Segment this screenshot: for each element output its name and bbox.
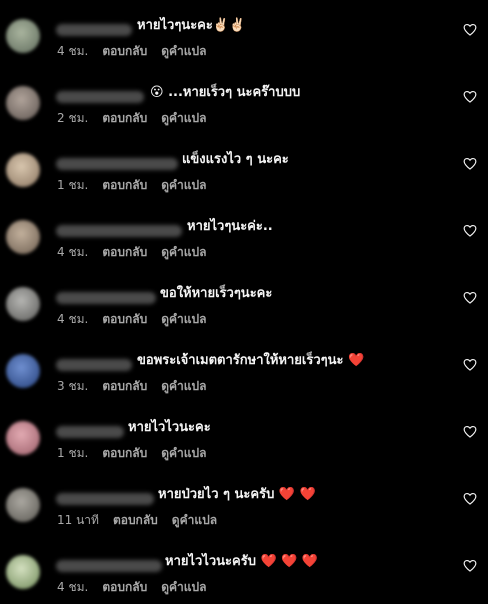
username-blurred[interactable]	[56, 560, 162, 572]
reply-button[interactable]: ตอบกลับ	[102, 178, 147, 192]
comment-meta: 3 ชม. ตอบกลับ ดูคำแปล	[57, 378, 220, 394]
comment-text: หายไวไวนะคะ	[128, 420, 211, 435]
comment-meta: 4 ชม. ตอบกลับ ดูคำแปล	[57, 311, 220, 327]
comment-meta: 2 ชม. ตอบกลับ ดูคำแปล	[57, 110, 220, 126]
comment-text: ขอพระเจ้าเมตตารักษาให้หายเร็วๆนะ ❤️	[137, 353, 365, 368]
translate-button[interactable]: ดูคำแปล	[161, 446, 206, 460]
comment-time: 4 ชม.	[57, 312, 89, 326]
reply-button[interactable]: ตอบกลับ	[102, 312, 147, 326]
translate-button[interactable]: ดูคำแปล	[161, 111, 206, 125]
heart-outline-icon[interactable]	[463, 425, 477, 438]
avatar[interactable]	[6, 153, 40, 187]
heart-outline-icon[interactable]	[463, 90, 477, 103]
comment-time: 4 ชม.	[57, 44, 89, 58]
comment-text: ขอให้หายเร็วๆนะคะ	[160, 286, 273, 301]
heart-outline-icon[interactable]	[463, 291, 477, 304]
comment-meta: 4 ชม. ตอบกลับ ดูคำแปล	[57, 579, 220, 595]
comment-time: 4 ชม.	[57, 580, 89, 594]
translate-button[interactable]: ดูคำแปล	[161, 312, 206, 326]
avatar[interactable]	[6, 421, 40, 455]
reply-button[interactable]: ตอบกลับ	[102, 580, 147, 594]
reply-button[interactable]: ตอบกลับ	[102, 446, 147, 460]
username-blurred[interactable]	[56, 292, 156, 304]
heart-outline-icon[interactable]	[463, 157, 477, 170]
avatar[interactable]	[6, 19, 40, 53]
comment-time: 1 ชม.	[57, 178, 89, 192]
comment-time: 2 ชม.	[57, 111, 89, 125]
comment-text: หายป่วยไว ๆ นะครับ ❤️ ❤️	[158, 487, 316, 502]
username-blurred[interactable]	[56, 426, 124, 438]
translate-button[interactable]: ดูคำแปล	[161, 245, 206, 259]
reply-button[interactable]: ตอบกลับ	[113, 513, 158, 527]
comment-item: หายไวๆนะค่ะ.. 4 ชม. ตอบกลับ ดูคำแปล	[0, 214, 488, 281]
comment-time: 1 ชม.	[57, 446, 89, 460]
translate-button[interactable]: ดูคำแปล	[161, 379, 206, 393]
avatar[interactable]	[6, 555, 40, 589]
reply-button[interactable]: ตอบกลับ	[102, 111, 147, 125]
comment-text: หายไวๆนะค่ะ..	[187, 219, 273, 234]
comment-text: 😮 ...หายเร็วๆ นะคร๊าบบบ	[150, 85, 301, 100]
reply-button[interactable]: ตอบกลับ	[102, 44, 147, 58]
username-blurred[interactable]	[56, 91, 144, 103]
heart-outline-icon[interactable]	[463, 492, 477, 505]
heart-outline-icon[interactable]	[463, 23, 477, 36]
translate-button[interactable]: ดูคำแปล	[172, 513, 217, 527]
avatar[interactable]	[6, 488, 40, 522]
translate-button[interactable]: ดูคำแปล	[161, 44, 206, 58]
translate-button[interactable]: ดูคำแปล	[161, 178, 206, 192]
comment-time: 3 ชม.	[57, 379, 89, 393]
comment-text: หายไวๆนะคะ✌🏻✌🏻	[137, 18, 246, 33]
comment-item: แข็งแรงไว ๆ นะคะ 1 ชม. ตอบกลับ ดูคำแปล	[0, 147, 488, 214]
comment-time: 4 ชม.	[57, 245, 89, 259]
username-blurred[interactable]	[56, 359, 132, 371]
heart-outline-icon[interactable]	[463, 224, 477, 237]
reply-button[interactable]: ตอบกลับ	[102, 379, 147, 393]
username-blurred[interactable]	[56, 24, 132, 36]
comment-time: 11 นาที	[57, 513, 99, 527]
heart-outline-icon[interactable]	[463, 358, 477, 371]
comment-meta: 1 ชม. ตอบกลับ ดูคำแปล	[57, 445, 220, 461]
comment-meta: 1 ชม. ตอบกลับ ดูคำแปล	[57, 177, 220, 193]
comment-text: แข็งแรงไว ๆ นะคะ	[182, 152, 289, 167]
username-blurred[interactable]	[56, 225, 182, 237]
comment-text: หายไวไวนะครับ ❤️ ❤️ ❤️	[165, 554, 319, 569]
comment-item: หายไวไวนะครับ ❤️ ❤️ ❤️ 4 ชม. ตอบกลับ ดูคำแ…	[0, 549, 488, 604]
translate-button[interactable]: ดูคำแปล	[161, 580, 206, 594]
comment-item: หายป่วยไว ๆ นะครับ ❤️ ❤️ 11 นาที ตอบกลับ ด…	[0, 482, 488, 549]
username-blurred[interactable]	[56, 158, 178, 170]
avatar[interactable]	[6, 287, 40, 321]
comment-meta: 11 นาที ตอบกลับ ดูคำแปล	[57, 512, 231, 528]
comment-meta: 4 ชม. ตอบกลับ ดูคำแปล	[57, 43, 220, 59]
comment-item: 😮 ...หายเร็วๆ นะคร๊าบบบ 2 ชม. ตอบกลับ ดูคำ…	[0, 80, 488, 147]
comment-item: หายไวๆนะคะ✌🏻✌🏻 4 ชม. ตอบกลับ ดูคำแปล	[0, 13, 488, 80]
username-blurred[interactable]	[56, 493, 154, 505]
comment-list: หายไวๆนะคะ✌🏻✌🏻 4 ชม. ตอบกลับ ดูคำแปล 😮 ...…	[0, 0, 488, 604]
comment-item: ขอพระเจ้าเมตตารักษาให้หายเร็วๆนะ ❤️ 3 ชม…	[0, 348, 488, 415]
heart-outline-icon[interactable]	[463, 559, 477, 572]
avatar[interactable]	[6, 220, 40, 254]
avatar[interactable]	[6, 86, 40, 120]
avatar[interactable]	[6, 354, 40, 388]
comment-meta: 4 ชม. ตอบกลับ ดูคำแปล	[57, 244, 220, 260]
comment-item: หายไวไวนะคะ 1 ชม. ตอบกลับ ดูคำแปล	[0, 415, 488, 482]
comment-item: ขอให้หายเร็วๆนะคะ 4 ชม. ตอบกลับ ดูคำแปล	[0, 281, 488, 348]
reply-button[interactable]: ตอบกลับ	[102, 245, 147, 259]
